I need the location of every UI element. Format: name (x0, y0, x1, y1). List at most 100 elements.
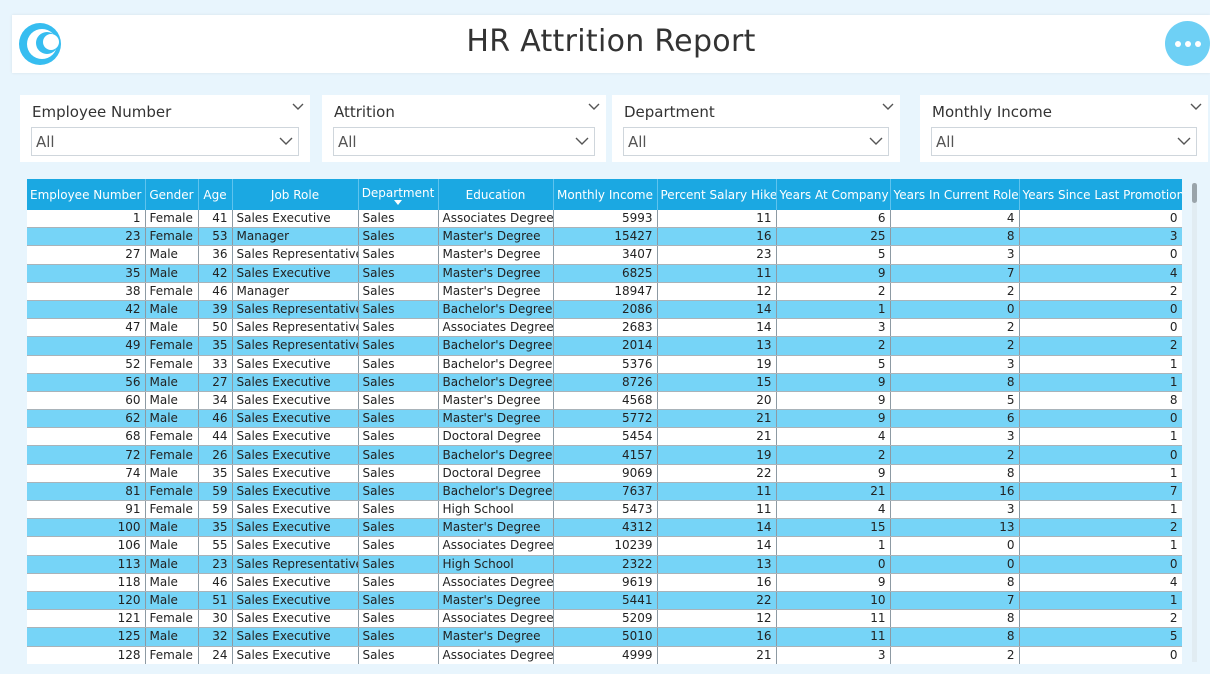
column-header[interactable]: Employee Number (27, 179, 146, 210)
more-options-icon (1174, 40, 1181, 47)
column-header[interactable]: Years Since Last Promotion (1019, 179, 1182, 210)
chevron-down-icon[interactable] (1190, 103, 1202, 111)
column-header[interactable]: Age (198, 179, 233, 210)
column-header[interactable]: Monthly Income (553, 179, 658, 210)
table-cell: 8 (1019, 391, 1182, 411)
table-cell: 0 (890, 536, 1020, 556)
table-row[interactable]: 128 Female 24 Sales Executive Sales Associate… (27, 646, 1182, 664)
table-row[interactable]: 106 Male 55 Sales Executive Sales Associates … (27, 536, 1182, 556)
vertical-scrollbar[interactable] (1192, 183, 1197, 662)
table-row[interactable]: 62 Male 46 Sales Executive Sales Master's Deg… (27, 409, 1182, 429)
table-cell: 24 (198, 646, 233, 664)
table-cell: Master's Degree (438, 245, 554, 265)
table-row[interactable]: 120 Male 51 Sales Executive Sales Master's De… (27, 591, 1182, 611)
table-cell: 59 (198, 482, 233, 502)
table-row[interactable]: 23 Female 53 Manager Sales Master's Degree 154… (27, 227, 1182, 247)
table-cell: Male (145, 573, 199, 592)
more-options-button[interactable] (1165, 21, 1210, 66)
table-cell: 38 (27, 282, 146, 301)
table-cell: 6 (890, 409, 1020, 429)
table-cell: 11 (657, 500, 777, 520)
column-header[interactable]: Education (438, 179, 554, 210)
table-cell: 5993 (553, 210, 658, 229)
table-cell: Sales (358, 609, 439, 629)
column-header[interactable]: Gender (145, 179, 199, 210)
more-options-icon-dot (1184, 40, 1191, 47)
table-row[interactable]: 42 Male 39 Sales Representative Sales Bachelo… (27, 300, 1182, 320)
table-row[interactable]: 118 Male 46 Sales Executive Sales Associates … (27, 573, 1182, 592)
slicer-dropdown[interactable]: All (31, 127, 299, 156)
table-cell: Female (145, 482, 199, 502)
column-header[interactable]: Job Role (232, 179, 359, 210)
table-row[interactable]: 56 Male 27 Sales Executive Sales Bachelor's D… (27, 373, 1182, 392)
table-cell: 23 (657, 245, 777, 265)
table-cell: Male (145, 591, 199, 611)
slicer-dropdown[interactable]: All (931, 127, 1197, 156)
slicer-label: Attrition (334, 103, 395, 121)
table-row[interactable]: 27 Male 36 Sales Representative Sales Master'… (27, 245, 1182, 265)
table-cell: Master's Degree (438, 591, 554, 611)
table-row[interactable]: 60 Male 34 Sales Executive Sales Master's Deg… (27, 391, 1182, 411)
table-row[interactable]: 113 Male 23 Sales Representative Sales High S… (27, 555, 1182, 574)
table-cell: 2 (1019, 336, 1182, 356)
table-cell: Sales Executive (232, 500, 359, 520)
table-row[interactable]: 47 Male 50 Sales Representative Sales Associa… (27, 318, 1182, 338)
table-cell: Male (145, 264, 199, 283)
table-cell: Male (145, 627, 199, 647)
table-cell: 9 (776, 264, 891, 283)
table-cell: High School (438, 500, 554, 520)
scrollbar-thumb[interactable] (1192, 183, 1197, 203)
column-header-sorted[interactable]: Department (358, 179, 439, 210)
table-cell: 74 (27, 464, 146, 483)
table-cell: 18947 (553, 282, 658, 301)
table-cell: 19 (657, 355, 777, 374)
table-cell: Sales (358, 591, 439, 611)
table-cell: Sales (358, 464, 439, 483)
table-row[interactable]: 74 Male 35 Sales Executive Sales Doctoral Deg… (27, 464, 1182, 483)
chevron-down-icon[interactable] (882, 103, 894, 111)
table-cell: 1 (1019, 536, 1182, 556)
table-cell: 8 (890, 464, 1020, 483)
table-row[interactable]: 1 Female 41 Sales Executive Sales Associates … (27, 210, 1182, 229)
table-row[interactable]: 91 Female 59 Sales Executive Sales High Schoo… (27, 500, 1182, 520)
table-row[interactable]: 81 Female 59 Sales Executive Sales Bachelor's… (27, 482, 1182, 502)
table-cell: Sales (358, 336, 439, 356)
table-cell: Sales (358, 409, 439, 429)
table-row[interactable]: 68 Female 44 Sales Executive Sales Doctoral D… (27, 427, 1182, 447)
table-cell: High School (438, 555, 554, 574)
slicer-dropdown[interactable]: All (333, 127, 595, 156)
column-header[interactable]: Years At Company (776, 179, 891, 210)
table-row[interactable]: 100 Male 35 Sales Executive Sales Master's De… (27, 518, 1182, 538)
chevron-down-icon[interactable] (588, 103, 600, 111)
table-row[interactable]: 38 Female 46 Manager Sales Master's Degree 189… (27, 282, 1182, 301)
table-row[interactable]: 125 Male 32 Sales Executive Sales Master's De… (27, 627, 1182, 647)
table-cell: 5772 (553, 409, 658, 429)
table-cell: 14 (657, 300, 777, 320)
table-cell: Sales (358, 646, 439, 664)
table-row[interactable]: 49 Female 35 Sales Representative Sales Bache… (27, 336, 1182, 356)
table-row[interactable]: 52 Female 33 Sales Executive Sales Bachelor's… (27, 355, 1182, 374)
column-header[interactable]: Percent Salary Hike (657, 179, 777, 210)
table-cell: Sales (358, 355, 439, 374)
table-cell: Female (145, 355, 199, 374)
table-cell: 8 (890, 627, 1020, 647)
table-cell: 47 (27, 318, 146, 338)
table-cell: 39 (198, 300, 233, 320)
chevron-down-icon[interactable] (292, 103, 304, 111)
table-cell: 34 (198, 391, 233, 411)
column-header[interactable]: Years In Current Role (890, 179, 1020, 210)
table-cell: 9619 (553, 573, 658, 592)
table-cell: 53 (198, 227, 233, 247)
slicer-dropdown[interactable]: All (623, 127, 889, 156)
table-cell: 16 (657, 573, 777, 592)
table-cell: 1 (1019, 591, 1182, 611)
table-row[interactable]: 72 Female 26 Sales Executive Sales Bachelor's… (27, 445, 1182, 465)
table-cell: Sales (358, 573, 439, 592)
table-row[interactable]: 35 Male 42 Sales Executive Sales Master's Deg… (27, 264, 1182, 283)
table-row[interactable]: 121 Female 30 Sales Executive Sales Associate… (27, 609, 1182, 629)
table-cell: Sales Executive (232, 536, 359, 556)
table-cell: 4 (1019, 573, 1182, 592)
table-cell: 11 (776, 627, 891, 647)
table-cell: Female (145, 282, 199, 301)
table-cell: Female (145, 609, 199, 629)
